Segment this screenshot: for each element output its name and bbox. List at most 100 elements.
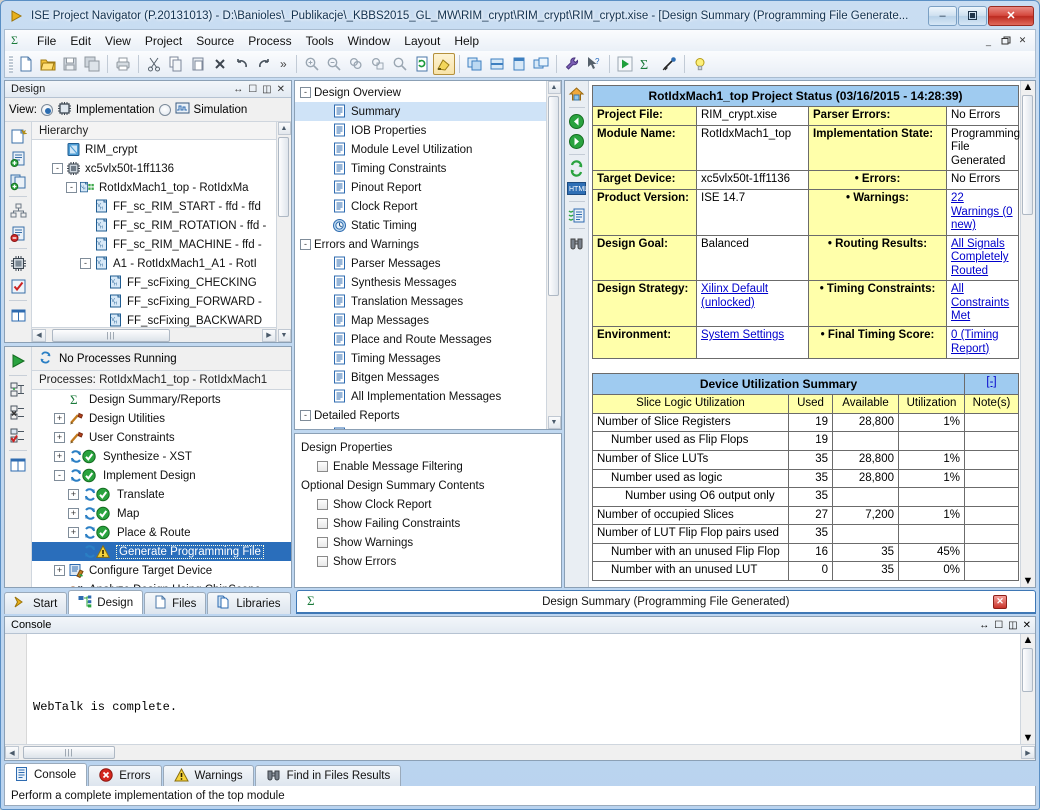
vscroll-thumb[interactable] xyxy=(278,137,289,217)
add-source-icon[interactable] xyxy=(7,148,29,170)
project-status-value[interactable]: 0 (Timing Report) xyxy=(946,326,1019,360)
expand-toggle-icon[interactable]: + xyxy=(68,508,79,519)
show-failing-constraints-checkbox[interactable] xyxy=(317,518,328,529)
report-list-icon[interactable] xyxy=(567,205,587,225)
close-button[interactable]: ✕ xyxy=(988,5,1034,26)
expand-toggle-icon[interactable]: + xyxy=(54,413,65,424)
design-overview-item[interactable]: - Errors and Warnings xyxy=(295,235,546,254)
hierarchy-vscrollbar[interactable]: ▲ ▼ xyxy=(276,122,291,342)
show-errors-row[interactable]: Show Errors xyxy=(301,552,561,571)
delete-icon[interactable] xyxy=(209,53,231,75)
project-status-value-link[interactable]: 22 Warnings (0 new) xyxy=(951,192,1013,231)
find-binoculars-icon[interactable] xyxy=(567,232,587,252)
design-overview-item[interactable]: Summary xyxy=(295,102,546,121)
menu-item-window[interactable]: Window xyxy=(341,32,398,50)
wrench-icon[interactable] xyxy=(561,53,583,75)
overview-vscrollbar[interactable]: ▲ ▼ xyxy=(546,81,561,429)
hierarchy-item[interactable]: V H FF_scFixing_CHECKING xyxy=(32,273,276,292)
expand-toggle-icon[interactable]: + xyxy=(68,527,79,538)
paste-icon[interactable] xyxy=(187,53,209,75)
menu-item-source[interactable]: Source xyxy=(189,32,241,50)
add-copy-source-icon[interactable] xyxy=(7,171,29,193)
vscroll-thumb[interactable] xyxy=(548,96,559,296)
scroll-left-arrow[interactable]: ◀ xyxy=(32,328,46,342)
hierarchy-item[interactable]: V H FF_sc_RIM_ROTATION - ffd - xyxy=(32,216,276,235)
process-item[interactable]: Σ Design Summary/Reports xyxy=(32,390,291,409)
scroll-right-arrow[interactable]: ▶ xyxy=(262,328,276,342)
process-item[interactable]: + Design Utilities xyxy=(32,409,291,428)
project-status-value-link[interactable]: 0 (Timing Report) xyxy=(951,329,999,355)
collapse-toggle-icon[interactable]: - xyxy=(52,163,63,174)
vscroll-track[interactable] xyxy=(277,135,291,329)
menu-item-file[interactable]: File xyxy=(30,32,63,50)
design-overview-item[interactable]: Pinout Report xyxy=(295,178,546,197)
process-item[interactable]: + Map xyxy=(32,504,291,523)
save-icon[interactable] xyxy=(59,53,81,75)
scroll-down-arrow[interactable]: ▼ xyxy=(277,329,291,342)
resize-icon[interactable]: ↔ xyxy=(979,620,989,631)
process-implement-icon[interactable] xyxy=(7,379,29,401)
show-failing-constraints-row[interactable]: Show Failing Constraints xyxy=(301,514,561,533)
hierarchy-item[interactable]: RIM_crypt xyxy=(32,140,276,159)
check-syntax-icon[interactable] xyxy=(7,275,29,297)
analyze-icon[interactable] xyxy=(658,53,680,75)
design-overview-item[interactable]: Timing Constraints xyxy=(295,159,546,178)
design-overview-item[interactable]: - Design Overview xyxy=(295,83,546,102)
process-item[interactable]: + Configure Target Device xyxy=(32,561,291,580)
implementation-radio[interactable] xyxy=(40,103,53,116)
maximize-icon[interactable]: ☐ xyxy=(994,620,1003,631)
hierarchy-item[interactable]: V H FF_scFixing_BACKWARD xyxy=(32,311,276,327)
design-utilities-icon[interactable] xyxy=(7,200,29,222)
html-icon[interactable]: HTML xyxy=(567,178,587,198)
status-tab-console[interactable]: Console xyxy=(4,763,88,786)
tile-horizontal-icon[interactable] xyxy=(464,53,486,75)
project-status-value[interactable]: All Constraints Met xyxy=(946,280,1019,328)
open-folder-icon[interactable] xyxy=(37,53,59,75)
design-overview-item[interactable]: - Detailed Reports xyxy=(295,406,546,425)
design-overview-item[interactable]: All Implementation Messages xyxy=(295,387,546,406)
hierarchy-item[interactable]: - V H RotIdxMach1_top - RotIdxMa xyxy=(32,178,276,197)
mdi-close-button[interactable]: ✕ xyxy=(1015,34,1030,48)
expand-toggle-icon[interactable]: + xyxy=(68,489,79,500)
remove-source-icon[interactable] xyxy=(7,223,29,245)
menu-item-edit[interactable]: Edit xyxy=(63,32,98,50)
process-rows[interactable]: Σ Design Summary/Reports + Design Utilities… xyxy=(32,390,291,587)
refresh-icon[interactable] xyxy=(567,158,587,178)
show-errors-checkbox[interactable] xyxy=(317,556,328,567)
forward-arrow-icon[interactable] xyxy=(567,131,587,151)
collapse-toggle-icon[interactable]: - xyxy=(300,87,311,98)
expand-toggle-icon[interactable]: + xyxy=(54,565,65,576)
close-icon[interactable]: ✕ xyxy=(1023,620,1031,631)
zoom-selection-icon[interactable] xyxy=(367,53,389,75)
status-tab-find-results[interactable]: Find in Files Results xyxy=(254,765,402,786)
design-overview-item[interactable]: Timing Messages xyxy=(295,349,546,368)
float-icon[interactable]: ◫ xyxy=(262,84,271,95)
home-icon[interactable] xyxy=(567,84,587,104)
design-overview-item[interactable]: Synthesis Messages xyxy=(295,273,546,292)
scroll-down-arrow[interactable]: ▼ xyxy=(1023,732,1034,744)
new-file-icon[interactable] xyxy=(15,53,37,75)
design-overview-item[interactable]: Parser Messages xyxy=(295,254,546,273)
cut-icon[interactable] xyxy=(143,53,165,75)
hscroll-thumb[interactable]: ||| xyxy=(23,746,115,759)
run-green-icon[interactable] xyxy=(7,350,29,372)
zoom-fit-icon[interactable] xyxy=(345,53,367,75)
scroll-right-arrow[interactable]: ▶ xyxy=(1021,746,1035,759)
show-clock-report-row[interactable]: Show Clock Report xyxy=(301,495,561,514)
help-pointer-icon[interactable]: ? xyxy=(583,53,605,75)
project-status-value-link[interactable]: All Constraints Met xyxy=(951,283,1009,322)
vscroll-track[interactable] xyxy=(1021,93,1035,575)
simulation-label[interactable]: Simulation xyxy=(194,104,248,116)
tab-start[interactable]: Start xyxy=(4,592,68,614)
panel-layout-icon[interactable] xyxy=(7,304,29,326)
status-tab-errors[interactable]: Errors xyxy=(88,765,162,786)
hscroll-thumb[interactable]: ||| xyxy=(52,328,170,342)
design-overview-item[interactable]: Place and Route Messages xyxy=(295,330,546,349)
vscroll-track[interactable] xyxy=(547,94,561,416)
tab-files[interactable]: Files xyxy=(144,592,207,614)
toolbar-grip[interactable] xyxy=(9,55,13,73)
design-overview-item[interactable]: Translation Messages xyxy=(295,292,546,311)
show-warnings-row[interactable]: Show Warnings xyxy=(301,533,561,552)
process-item[interactable]: + Place & Route xyxy=(32,523,291,542)
project-status-value[interactable]: 22 Warnings (0 new) xyxy=(946,188,1019,236)
